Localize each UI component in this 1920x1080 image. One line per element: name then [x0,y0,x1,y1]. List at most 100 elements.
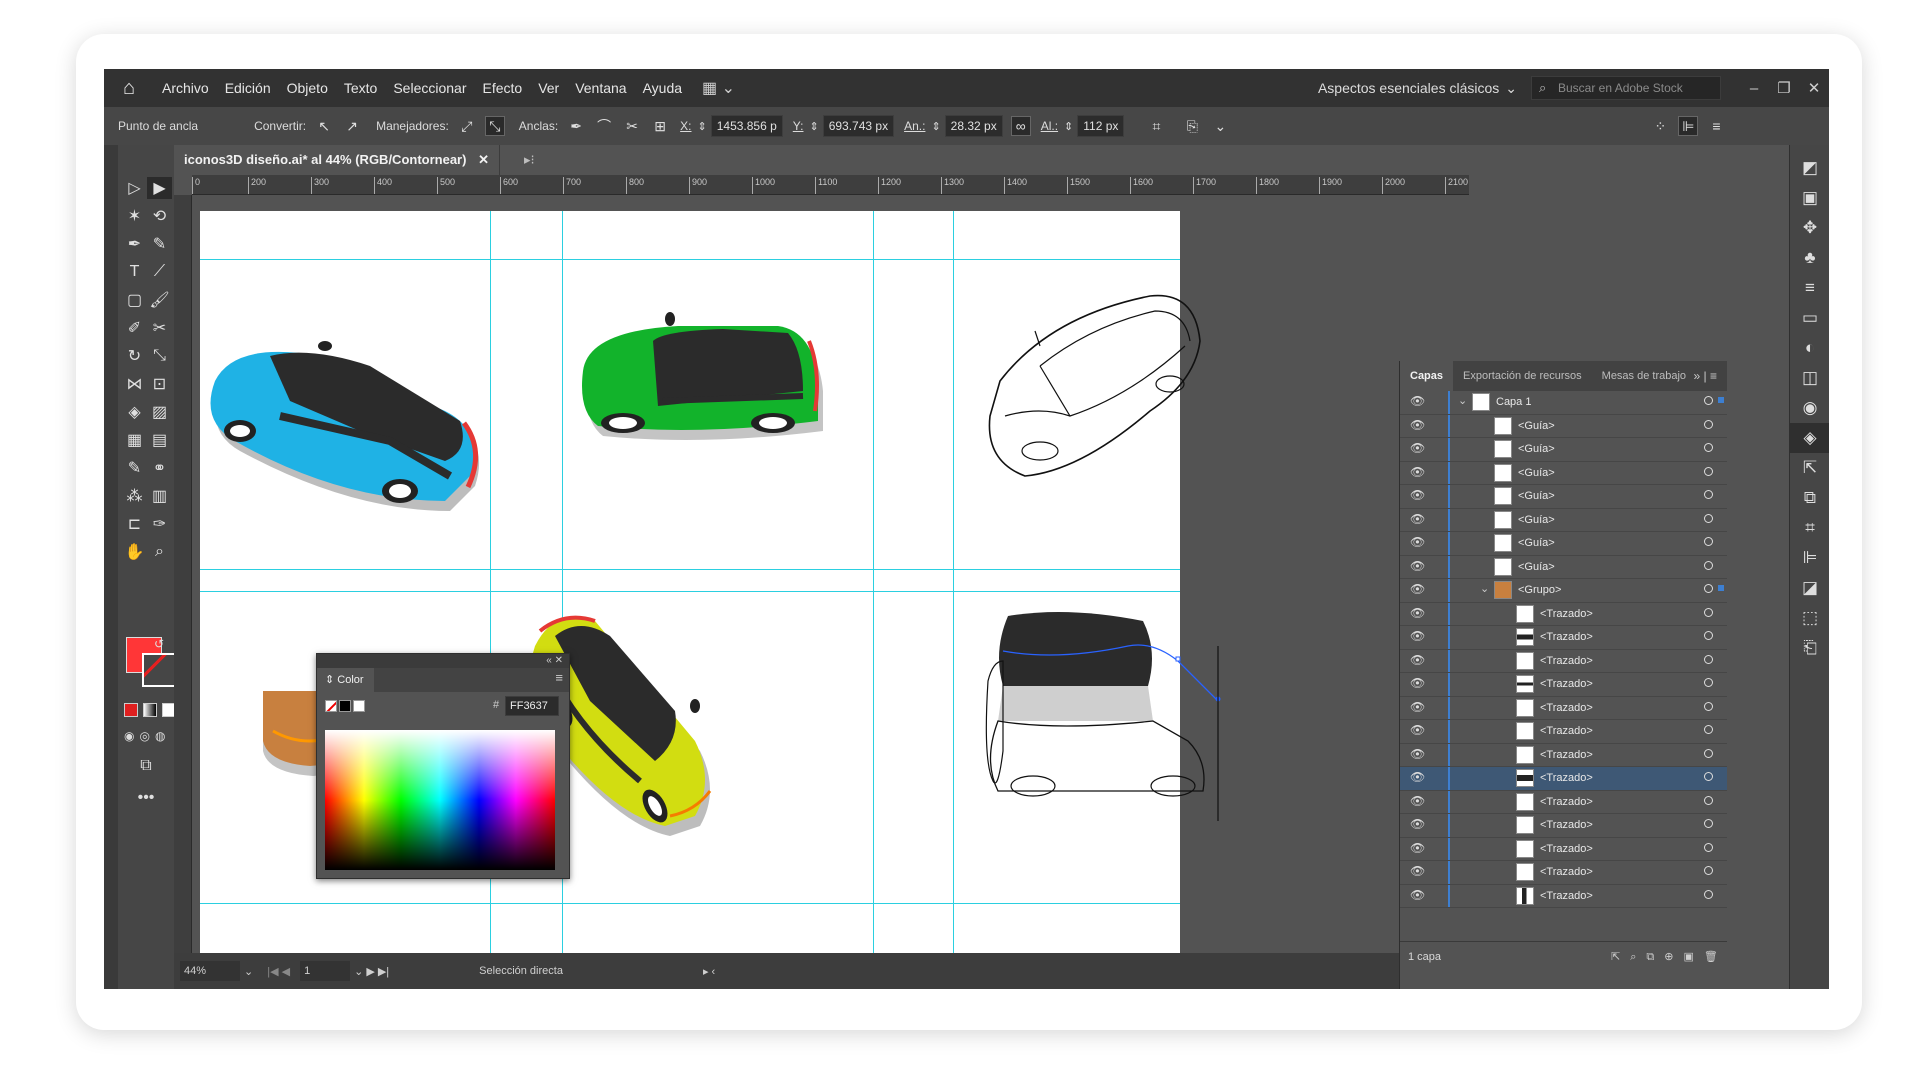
symbol-sprayer-icon[interactable]: ⁂ [122,485,147,507]
symbols-icon[interactable]: ♣ [1790,243,1829,273]
rotate-tool-icon[interactable]: ↻ [122,345,147,367]
artboard-tool-icon[interactable]: ⊏ [122,513,147,535]
curvature-tool-icon[interactable]: ✎ [147,233,172,255]
x-stepper-icon[interactable]: ⇕ [698,120,707,133]
align-panel-icon[interactable]: ⊫ [1790,543,1829,573]
artboard-chevron-icon[interactable]: ⌄ ▶ ▶| [354,965,389,978]
menu-texto[interactable]: Texto [336,69,385,107]
canvas[interactable]: « ✕ ⇕ Color ≡ # FF3637 [192,195,1469,953]
layer-row-selected[interactable]: 👁 <Trazado> [1400,767,1728,791]
guide-horizontal[interactable] [200,259,1180,260]
x-field[interactable]: 1453.856 p [710,115,783,137]
target-icon[interactable] [1704,607,1713,617]
zoom-chevron-icon[interactable]: ⌄ [244,965,253,978]
eye-icon[interactable]: 👁 [1410,418,1425,432]
workspace-switcher[interactable]: Aspectos esenciales clásicos [1318,80,1499,96]
layer-row[interactable]: 👁 <Trazado> [1400,743,1728,767]
layer-row[interactable]: 👁 <Trazado> [1400,720,1728,744]
type-tool-icon[interactable]: T [122,261,147,283]
close-icon[interactable]: ✕ [1799,79,1829,97]
layer-row[interactable]: 👁 <Guía> [1400,414,1728,438]
isolate-icon[interactable]: ⊞ [650,116,670,136]
eye-icon[interactable]: 👁 [1410,864,1425,878]
hide-handles-icon[interactable]: ⤡ [484,116,505,136]
first-artboard-icon[interactable]: |◀ ◀ [267,965,290,978]
color-spectrum[interactable] [325,730,555,870]
width-stepper-icon[interactable]: ⇕ [931,120,940,133]
grid-icon[interactable]: ⁘ [1650,116,1670,136]
eye-icon[interactable]: 👁 [1410,606,1425,620]
target-icon[interactable] [1704,396,1713,405]
draw-normal-icon[interactable]: ◉ [124,729,134,743]
perspective-grid-icon[interactable]: ▨ [147,401,172,423]
libraries-icon[interactable]: ▣ [1790,183,1829,213]
eye-icon[interactable]: 👁 [1410,653,1425,667]
tab-exportacion[interactable]: Exportación de recursos [1453,361,1592,391]
more-tools-icon[interactable]: ••• [132,787,160,809]
target-icon[interactable] [1704,866,1713,875]
brushes-icon[interactable]: ✥ [1790,213,1829,243]
eye-icon[interactable]: 👁 [1410,465,1425,479]
layer-actions-icons[interactable]: ⇱⌕⧉⊕▣🗑 [1611,950,1728,964]
layer-row[interactable]: 👁 <Trazado> [1400,814,1728,838]
chevron-down-icon[interactable]: ⌄ [1480,582,1489,595]
restore-icon[interactable]: ❐ [1769,79,1799,97]
menu-ayuda[interactable]: Ayuda [635,69,690,107]
eye-icon[interactable]: 👁 [1410,841,1425,855]
layer-row[interactable]: 👁 <Guía> [1400,485,1728,509]
target-icon[interactable] [1704,772,1713,781]
target-icon[interactable] [1704,631,1713,640]
layer-row[interactable]: 👁 <Trazado> [1400,626,1728,650]
status-arrows-icon[interactable]: ▸ ‹ [703,965,715,978]
transform-icon[interactable]: ⌗ [1146,116,1166,136]
eye-icon[interactable]: 👁 [1410,441,1425,455]
guide-horizontal[interactable] [200,569,1180,570]
target-icon[interactable] [1704,889,1713,899]
layer-row[interactable]: 👁 ⌄ <Grupo> [1400,579,1728,603]
remove-anchor-icon[interactable]: ✒ [566,116,586,136]
hand-tool-icon[interactable]: ✋ [122,541,147,563]
document-tab[interactable]: iconos3D diseño.ai* al 44% (RGB/Contorne… [174,145,500,175]
panel-menu-icon[interactable]: » | ≡ [1694,361,1717,391]
minimize-icon[interactable]: – [1739,80,1769,97]
green-car-illustration[interactable] [573,311,833,446]
layer-row[interactable]: 👁 <Trazado> [1400,673,1728,697]
rectangle-tool-icon[interactable]: ▢ [122,289,147,311]
eye-icon[interactable]: 👁 [1410,535,1425,549]
eye-icon[interactable]: 👁 [1410,559,1425,573]
collapse-strip[interactable] [104,145,118,989]
transparency-icon[interactable]: ◐ [1790,333,1829,363]
layer-row[interactable]: 👁 <Guía> [1400,438,1728,462]
layers-icon[interactable]: ◈ [1790,423,1829,453]
puppet-warp-icon[interactable]: ⎘ [1182,116,1202,136]
eye-icon[interactable]: 👁 [1410,700,1425,714]
tab-color[interactable]: ⇕ Color [317,668,374,692]
target-icon[interactable] [1704,748,1713,758]
outline-car-illustration[interactable] [980,286,1210,486]
align-icon[interactable]: ⊫ [1678,116,1699,136]
eye-icon[interactable]: 👁 [1410,817,1425,831]
layer-row[interactable]: 👁 <Trazado> [1400,602,1728,626]
artboards-icon[interactable]: ⧉ [1790,483,1829,513]
layer-row[interactable]: 👁 <Guía> [1400,555,1728,579]
swap-colors-icon[interactable]: ↺ [154,633,164,655]
chevron-down-icon[interactable]: ⌄ [1458,394,1467,407]
target-icon[interactable] [1704,443,1713,452]
y-field[interactable]: 693.743 px [822,115,895,137]
artboard-select[interactable]: 1 [300,961,351,981]
shaper-tool-icon[interactable]: ✐ [122,317,147,339]
column-graph-icon[interactable]: ▥ [147,485,172,507]
menu-archivo[interactable]: Archivo [154,69,217,107]
stroke-color-swatch[interactable] [142,653,176,687]
width-field[interactable]: 28.32 px [944,115,1003,137]
chevron-down-icon[interactable]: ⌄ [1505,80,1517,97]
eye-icon[interactable]: 👁 [1410,488,1425,502]
layer-row[interactable]: 👁 <Trazado> [1400,649,1728,673]
gradient-tool-icon[interactable]: ▤ [147,429,172,451]
hex-input[interactable]: FF3637 [505,696,559,716]
target-icon[interactable] [1704,419,1713,429]
arrange-documents-icon[interactable]: ▦ ⌄ [702,78,735,98]
cut-path-icon[interactable]: ✂ [622,116,642,136]
draw-inside-icon[interactable]: ◍ [155,729,165,743]
paintbrush-icon[interactable]: 🖌 [147,289,172,311]
